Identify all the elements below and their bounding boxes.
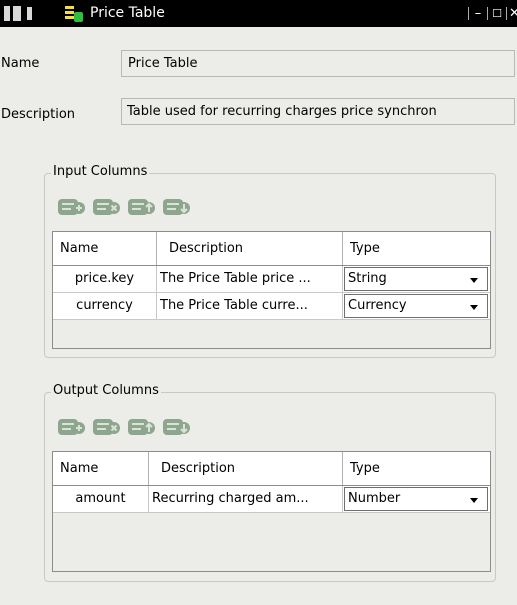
add-row-icon: [58, 419, 85, 435]
move-up-button[interactable]: [127, 197, 157, 217]
delete-row-icon: [93, 419, 120, 435]
close-icon: ✕: [509, 6, 517, 21]
column-header-name[interactable]: Name: [53, 452, 149, 485]
add-column-button[interactable]: [57, 417, 87, 437]
table-header: Name Description Type: [53, 232, 490, 266]
cell-type: Number: [343, 486, 490, 512]
window-controls: – ☐ ✕: [466, 4, 517, 23]
move-down-icon: [163, 419, 190, 435]
table-row[interactable]: currency The Price Table curre... Curren…: [53, 293, 490, 320]
chevron-down-icon: [470, 498, 478, 503]
maximize-icon: ☐: [492, 7, 502, 20]
move-down-button[interactable]: [162, 197, 192, 217]
maximize-button[interactable]: ☐: [490, 7, 504, 21]
type-dropdown[interactable]: Currency: [344, 294, 488, 318]
table-header: Name Description Type: [53, 452, 490, 486]
minimize-icon: –: [474, 6, 482, 21]
table-body: price.key The Price Table price ... Stri…: [53, 266, 490, 320]
description-field[interactable]: Table used for recurring charges price s…: [121, 98, 515, 125]
grip-icon: [13, 6, 21, 21]
cell-name[interactable]: price.key: [53, 266, 157, 292]
table-row[interactable]: price.key The Price Table price ... Stri…: [53, 266, 490, 293]
cell-description[interactable]: Recurring charged am...: [149, 486, 343, 512]
move-up-button[interactable]: [127, 417, 157, 437]
input-columns-legend: Input Columns: [51, 164, 150, 180]
close-button[interactable]: ✕: [509, 7, 517, 21]
table-body: amount Recurring charged am... Number: [53, 486, 490, 513]
move-up-icon: [128, 419, 155, 435]
name-label: Name: [1, 56, 40, 71]
table-app-icon: [65, 6, 83, 22]
name-field[interactable]: Price Table: [121, 50, 515, 77]
titlebar-separator: [468, 7, 469, 20]
input-columns-toolbar: [57, 197, 192, 219]
output-columns-toolbar: [57, 417, 192, 439]
column-header-description[interactable]: Description: [157, 232, 343, 265]
type-dropdown[interactable]: String: [344, 267, 488, 291]
titlebar-separator: [487, 7, 488, 20]
column-header-type[interactable]: Type: [343, 452, 490, 485]
delete-column-button[interactable]: [92, 417, 122, 437]
type-dropdown-value: Number: [348, 491, 401, 506]
cell-type: Currency: [343, 293, 490, 319]
type-dropdown[interactable]: Number: [344, 487, 488, 511]
titlebar-separator: [506, 7, 507, 20]
move-down-button[interactable]: [162, 417, 192, 437]
cell-description[interactable]: The Price Table curre...: [157, 293, 343, 319]
cell-description[interactable]: The Price Table price ...: [157, 266, 343, 292]
type-dropdown-value: Currency: [348, 298, 407, 313]
table-row[interactable]: amount Recurring charged am... Number: [53, 486, 490, 513]
description-label: Description: [1, 107, 76, 122]
add-row-icon: [58, 199, 85, 215]
move-up-icon: [128, 199, 155, 215]
minimize-button[interactable]: –: [471, 6, 485, 21]
window-title: Price Table: [90, 5, 165, 21]
grip-icon: [4, 6, 10, 21]
output-columns-table: Name Description Type amount Recurring c…: [52, 451, 491, 572]
move-down-icon: [163, 199, 190, 215]
cell-name[interactable]: currency: [53, 293, 157, 319]
column-header-name[interactable]: Name: [53, 232, 157, 265]
chevron-down-icon: [470, 305, 478, 310]
cell-name[interactable]: amount: [53, 486, 149, 512]
window-titlebar[interactable]: Price Table – ☐ ✕: [0, 0, 517, 27]
grip-icon: [27, 7, 32, 20]
column-header-description[interactable]: Description: [149, 452, 343, 485]
add-column-button[interactable]: [57, 197, 87, 217]
cell-type: String: [343, 266, 490, 292]
type-dropdown-value: String: [348, 271, 387, 286]
chevron-down-icon: [470, 278, 478, 283]
input-columns-table: Name Description Type price.key The Pric…: [52, 231, 491, 349]
delete-row-icon: [93, 199, 120, 215]
column-header-type[interactable]: Type: [343, 232, 490, 265]
output-columns-legend: Output Columns: [51, 383, 161, 399]
delete-column-button[interactable]: [92, 197, 122, 217]
